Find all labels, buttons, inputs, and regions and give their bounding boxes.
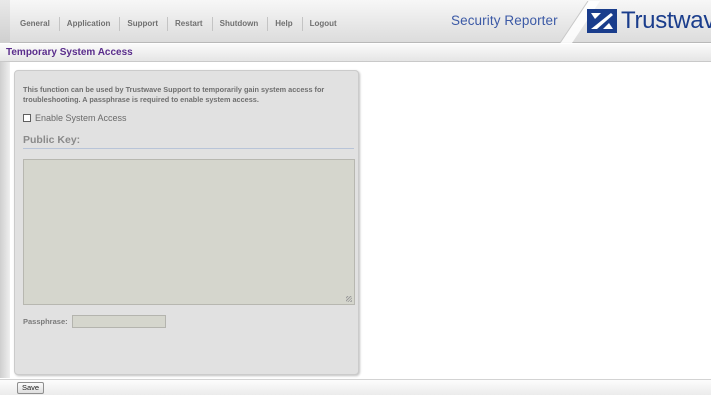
page: General Application Support Restart Shut… (0, 0, 711, 395)
passphrase-input[interactable] (71, 315, 166, 328)
system-access-panel: This function can be used by Trustwave S… (14, 70, 359, 375)
passphrase-row: Passphrase: (23, 315, 166, 328)
trustwave-logo: Trustwave ® (587, 9, 711, 33)
enable-access-row: Enable System Access (23, 113, 127, 123)
passphrase-label: Passphrase: (23, 317, 68, 326)
left-shadow (0, 62, 10, 378)
title-bar: Temporary System Access (0, 44, 711, 62)
nav-general[interactable]: General (13, 17, 60, 31)
bottom-bar (0, 379, 711, 395)
nav-application[interactable]: Application (60, 17, 121, 31)
enable-access-checkbox[interactable] (23, 114, 31, 122)
public-key-heading: Public Key: (23, 134, 81, 146)
top-bar-edge (0, 0, 10, 43)
logo-text: Trustwave (621, 7, 711, 34)
resize-grip-icon[interactable] (346, 296, 352, 302)
nav-help[interactable]: Help (268, 17, 303, 31)
trustwave-logo-icon (587, 9, 617, 33)
enable-access-label[interactable]: Enable System Access (35, 113, 127, 123)
nav-restart[interactable]: Restart (168, 17, 213, 31)
app-name: Security Reporter (451, 13, 558, 28)
nav-logout[interactable]: Logout (303, 17, 346, 31)
description-text: This function can be used by Trustwave S… (23, 85, 325, 104)
page-title: Temporary System Access (6, 47, 133, 58)
section-divider (23, 148, 354, 149)
top-bar: General Application Support Restart Shut… (0, 0, 711, 43)
nav-support[interactable]: Support (120, 17, 169, 31)
main-nav: General Application Support Restart Shut… (13, 17, 346, 31)
public-key-textarea[interactable] (23, 159, 355, 305)
save-button[interactable]: Save (17, 382, 45, 394)
nav-shutdown[interactable]: Shutdown (213, 17, 269, 31)
